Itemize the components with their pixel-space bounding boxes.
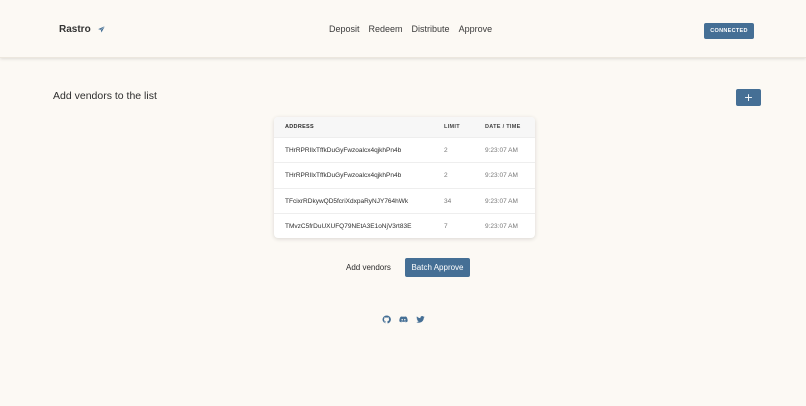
table-header: ADDRESS LIMIT DATE / TIME (274, 117, 535, 137)
table-row: TFcixrRDkywQD5fcriXdxpaRyNJY764hWk 34 9:… (274, 187, 535, 213)
cell-address: TFcixrRDkywQD5fcriXdxpaRyNJY764hWk (285, 197, 409, 205)
nav-deposit[interactable]: Deposit (329, 24, 360, 34)
cell-datetime: 9:23:07 AM (485, 222, 518, 230)
discord-icon[interactable] (399, 315, 408, 324)
cell-datetime: 9:23:07 AM (485, 172, 518, 180)
cell-limit: 2 (444, 147, 448, 154)
vendors-table: ADDRESS LIMIT DATE / TIME THrRPRIlxTffkD… (274, 117, 535, 238)
connected-button[interactable]: CONNECTED (704, 23, 754, 39)
twitter-icon[interactable] (416, 315, 425, 324)
nav-redeem[interactable]: Redeem (369, 24, 403, 34)
airplane-icon (97, 25, 105, 33)
cell-address: THrRPRIlxTffkDuGyFwzoalcx4qjkhPn4b (285, 147, 402, 154)
add-row-button[interactable]: + (736, 89, 761, 106)
table-row: THrRPRIlxTffkDuGyFwzoalcx4qjkhPn4b 2 9:2… (274, 162, 535, 187)
cell-address: THrRPRIlxTffkDuGyFwzoalcx4qjkhPn4b (285, 172, 402, 180)
nav-distribute[interactable]: Distribute (412, 24, 450, 34)
cell-datetime: 9:23:07 AM (485, 197, 518, 205)
table-row: TMvzC5frDuUXUFQ79NEtA3E1oNjV3rt83E 7 9:2… (274, 212, 535, 238)
column-header-address: ADDRESS (285, 124, 314, 130)
table-row: THrRPRIlxTffkDuGyFwzoalcx4qjkhPn4b 2 9:2… (274, 137, 535, 162)
top-header: Rastro Deposit Redeem Distribute Approve… (0, 0, 806, 58)
column-header-datetime: DATE / TIME (485, 124, 521, 130)
page-title: Add vendors to the list (53, 90, 157, 102)
cell-datetime: 9:23:07 AM (485, 147, 518, 154)
column-header-limit: LIMIT (444, 124, 460, 130)
brand-name: Rastro (59, 24, 91, 35)
brand[interactable]: Rastro (59, 24, 106, 35)
add-vendors-button[interactable]: Add vendors (346, 263, 391, 272)
cell-limit: 34 (444, 197, 452, 205)
cell-address: TMvzC5frDuUXUFQ79NEtA3E1oNjV3rt83E (285, 222, 412, 230)
main-nav: Deposit Redeem Distribute Approve (329, 24, 492, 34)
footer-social-links (382, 315, 425, 324)
batch-approve-button[interactable]: Batch Approve (405, 258, 470, 277)
nav-approve[interactable]: Approve (459, 24, 493, 34)
cell-limit: 7 (444, 222, 448, 230)
cell-limit: 2 (444, 172, 448, 180)
github-icon[interactable] (382, 315, 391, 324)
